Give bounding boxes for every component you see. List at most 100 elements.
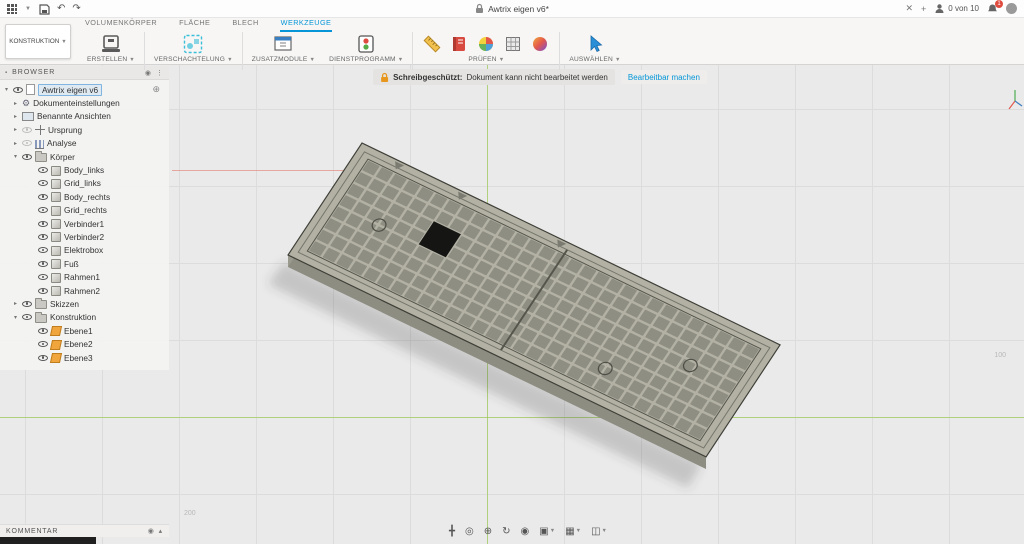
group-verschachtelung[interactable]: VERSCHACHTELUNG ▼: [147, 32, 240, 63]
zoom-icon[interactable]: ◎: [465, 527, 474, 537]
measure-ruler-icon[interactable]: [422, 34, 442, 54]
undo-icon[interactable]: ↶: [57, 3, 65, 14]
lattice-cube-icon[interactable]: [503, 34, 523, 54]
tree-item-ebene3[interactable]: Ebene3: [0, 351, 169, 364]
tree-item-skizzen[interactable]: ▸ Skizzen: [0, 297, 169, 310]
visibility-eye-icon[interactable]: [38, 286, 48, 296]
tab-blech[interactable]: BLECH: [231, 18, 259, 32]
tree-item-konstruktion[interactable]: ▾ Konstruktion: [0, 311, 169, 324]
group-zusatzmodule[interactable]: ZUSATZMODULE ▼: [245, 32, 322, 63]
tree-item-ursprung[interactable]: ▸ Ursprung: [0, 123, 169, 136]
job-status[interactable]: 0 von 10: [934, 3, 979, 14]
avatar[interactable]: [1006, 3, 1017, 14]
3d-print-icon[interactable]: [100, 33, 122, 55]
tree-item-rahmen1[interactable]: Rahmen1: [0, 270, 169, 283]
tree-item-elektrobox[interactable]: Elektrobox: [0, 244, 169, 257]
collapse-arrow-icon[interactable]: ▸: [12, 140, 19, 147]
visibility-eye-icon[interactable]: [38, 232, 48, 242]
utility-icon[interactable]: [355, 33, 377, 55]
tab-flaeche[interactable]: FLÄCHE: [178, 18, 211, 32]
tree-item-ebene1[interactable]: Ebene1: [0, 324, 169, 337]
visibility-eye-icon[interactable]: [38, 339, 48, 349]
tree-item-verbinder1[interactable]: Verbinder1: [0, 217, 169, 230]
tree-item-grid_rechts[interactable]: Grid_rechts: [0, 204, 169, 217]
comment-options-icon[interactable]: ◉: [148, 527, 155, 535]
notifications-button[interactable]: 1: [987, 0, 1003, 15]
visibility-eye-icon[interactable]: [38, 353, 48, 363]
document-title: Awtrix eigen v6*: [488, 3, 549, 14]
tree-item-rahmen2[interactable]: Rahmen2: [0, 284, 169, 297]
group-auswaehlen[interactable]: AUSWÄHLEN ▼: [562, 32, 627, 63]
panel-collapse-icon[interactable]: ▪: [5, 70, 8, 76]
visibility-eye-icon[interactable]: [38, 326, 48, 336]
tree-item-body_links[interactable]: Body_links: [0, 163, 169, 176]
tree-item-grid_links[interactable]: Grid_links: [0, 177, 169, 190]
tree-root[interactable]: ▾ Awtrix eigen v6 ⊕: [0, 83, 169, 96]
curvature-sphere-icon[interactable]: [530, 34, 550, 54]
visibility-eye-icon[interactable]: [38, 165, 48, 175]
panel-options-icon[interactable]: ◉: [145, 69, 152, 77]
visibility-eye-icon[interactable]: [38, 192, 48, 202]
tree-item-body_rechts[interactable]: Body_rechts: [0, 190, 169, 203]
interference-book-icon[interactable]: [449, 34, 469, 54]
section-analysis-icon[interactable]: [476, 34, 496, 54]
visibility-eye-icon[interactable]: [22, 152, 32, 162]
visibility-eye-icon[interactable]: [22, 312, 32, 322]
visibility-eye-icon[interactable]: [22, 138, 32, 148]
visibility-eye-icon[interactable]: [38, 245, 48, 255]
root-document-label[interactable]: Awtrix eigen v6: [38, 83, 103, 96]
tree-item-dokumenteinstellungen[interactable]: ▸ ⚙ Dokumenteinstellungen: [0, 96, 169, 109]
panel-menu-icon[interactable]: ⋮: [156, 69, 164, 77]
chevron-down-icon[interactable]: ▼: [25, 6, 31, 12]
tree-item-verbinder2[interactable]: Verbinder2: [0, 230, 169, 243]
group-pruefen[interactable]: PRÜFEN ▼: [415, 32, 557, 63]
collapse-arrow-icon[interactable]: ▸: [12, 100, 19, 107]
tree-item-ebene2[interactable]: Ebene2: [0, 337, 169, 350]
add-icon[interactable]: ⊕: [152, 84, 160, 95]
workspace-selector-button[interactable]: KONSTRUKTION ▼: [5, 24, 71, 59]
tab-werkzeuge[interactable]: WERKZEUGE: [279, 18, 333, 32]
collapse-arrow-icon[interactable]: ▸: [12, 300, 19, 307]
expand-arrow-icon[interactable]: ▾: [12, 314, 19, 321]
visibility-eye-icon[interactable]: [22, 125, 32, 135]
redo-icon[interactable]: ↷: [72, 3, 80, 14]
new-tab-icon[interactable]: +: [921, 4, 926, 14]
close-tab-icon[interactable]: ✕: [905, 3, 913, 14]
visibility-eye-icon[interactable]: [38, 219, 48, 229]
expand-arrow-icon[interactable]: ▾: [3, 86, 10, 93]
document-icon: [26, 84, 35, 96]
make-editable-button[interactable]: Bearbeitbar machen: [620, 70, 707, 84]
viewports-icon[interactable]: ◫ ▼: [591, 527, 607, 537]
fit-icon[interactable]: ⊕: [484, 527, 492, 537]
look-at-icon[interactable]: ◉: [521, 527, 530, 537]
visibility-eye-icon[interactable]: [13, 85, 23, 95]
expand-arrow-icon[interactable]: ▾: [12, 153, 19, 160]
visibility-eye-icon[interactable]: [22, 299, 32, 309]
data-panel-icon[interactable]: [6, 3, 18, 15]
tree-item-körper[interactable]: ▾ Körper: [0, 150, 169, 163]
grid-settings-icon[interactable]: ▦ ▼: [565, 527, 581, 537]
add-ins-icon[interactable]: [272, 33, 294, 55]
collapse-arrow-icon[interactable]: ▸: [12, 126, 19, 133]
tree-item-analyse[interactable]: ▸ Analyse: [0, 137, 169, 150]
pan-icon[interactable]: ╋: [449, 527, 455, 537]
group-erstellen[interactable]: ERSTELLEN ▼: [80, 32, 142, 63]
comment-expand-icon[interactable]: ▴: [159, 527, 163, 535]
tree-item-benannte-ansichten[interactable]: ▸ Benannte Ansichten: [0, 110, 169, 123]
save-icon[interactable]: [38, 3, 50, 15]
display-settings-icon[interactable]: ▣ ▼: [539, 527, 555, 537]
visibility-eye-icon[interactable]: [38, 272, 48, 282]
visibility-eye-icon[interactable]: [38, 205, 48, 215]
tab-volumenkoerper[interactable]: VOLUMENKÖRPER: [84, 18, 158, 32]
nesting-icon[interactable]: [182, 33, 204, 55]
chevron-down-icon: ▼: [61, 38, 67, 45]
visibility-eye-icon[interactable]: [38, 178, 48, 188]
comment-panel-header[interactable]: KOMMENTAR ◉ ▴: [0, 524, 169, 537]
group-dienstprogramm[interactable]: DIENSTPROGRAMM ▼: [322, 32, 410, 63]
collapse-arrow-icon[interactable]: ▸: [12, 113, 19, 120]
select-cursor-icon[interactable]: [584, 33, 606, 55]
visibility-eye-icon[interactable]: [38, 259, 48, 269]
group-label: VERSCHACHTELUNG: [153, 56, 226, 63]
orbit-icon[interactable]: ↻: [502, 527, 510, 537]
tree-item-fuß[interactable]: Fuß: [0, 257, 169, 270]
